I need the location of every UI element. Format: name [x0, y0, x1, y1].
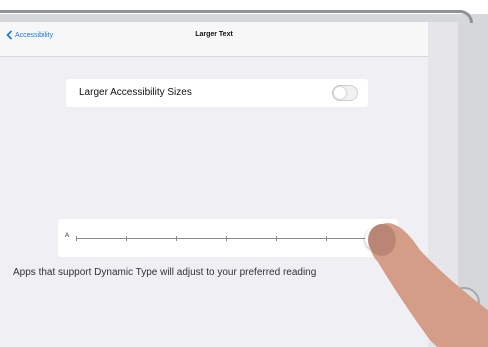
- larger-sizes-row: Larger Accessibility Sizes: [66, 79, 368, 107]
- larger-sizes-label: Larger Accessibility Sizes: [79, 87, 192, 98]
- toggle-knob: [334, 87, 346, 99]
- home-button[interactable]: [448, 287, 480, 319]
- page-title: Larger Text: [195, 31, 233, 38]
- slider-tick: [226, 236, 227, 241]
- small-text-glyph: A: [65, 233, 70, 239]
- device-frame: Accessibility Larger Text Larger Accessi…: [0, 0, 488, 347]
- screen: Accessibility Larger Text Larger Accessi…: [0, 22, 458, 347]
- text-size-slider-row: A: [58, 219, 398, 257]
- dynamic-type-description: Apps that support Dynamic Type will adju…: [13, 267, 317, 278]
- slider-tick: [276, 236, 277, 241]
- slider-tick: [326, 236, 327, 241]
- slider-tick: [176, 236, 177, 241]
- slider-tick: [76, 236, 77, 241]
- text-size-slider-thumb[interactable]: [365, 228, 387, 250]
- text-size-slider-track[interactable]: [76, 236, 377, 241]
- slider-tick: [126, 236, 127, 241]
- navigation-bar: Accessibility Larger Text: [0, 22, 428, 57]
- larger-sizes-toggle[interactable]: [332, 85, 358, 101]
